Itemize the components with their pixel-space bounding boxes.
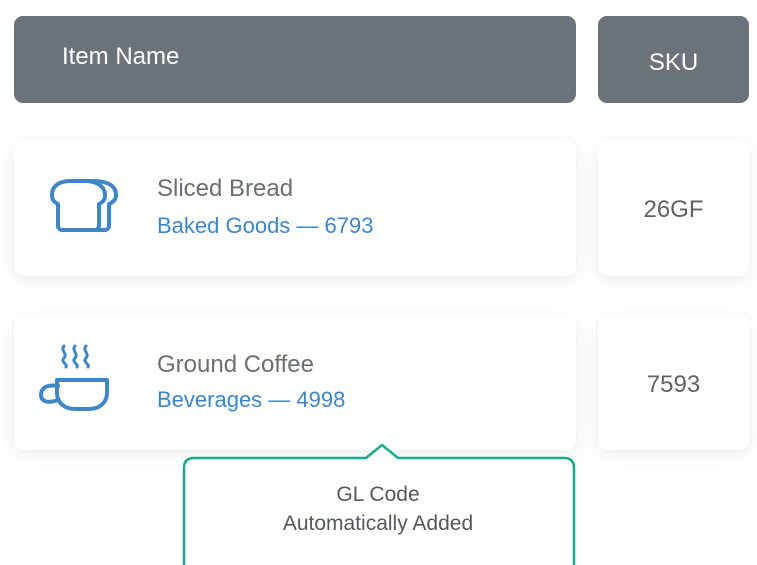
callout-title: GL Code (336, 483, 420, 506)
coffee-cup-icon (38, 343, 111, 418)
column-header-sku[interactable]: SKU (598, 16, 749, 103)
item-table: Item Name SKU Sliced Bread Baked Goods —… (0, 0, 757, 565)
column-header-item-name[interactable]: Item Name (14, 16, 576, 103)
sku-value: 7593 (646, 371, 701, 398)
item-name: Sliced Bread (157, 175, 294, 202)
table-row-item-cell[interactable]: Sliced Bread Baked Goods — 6793 (14, 140, 576, 276)
item-gl-code: Beverages — 4998 (157, 387, 346, 412)
table-row-item-cell[interactable]: Ground Coffee Beverages — 4998 (14, 315, 576, 450)
item-name: Ground Coffee (157, 351, 314, 378)
table-row-sku-cell[interactable]: 7593 (598, 315, 749, 450)
column-header-item-name-label: Item Name (62, 42, 180, 70)
bread-icon (49, 174, 121, 241)
item-gl-code: Baked Goods — 6793 (157, 213, 374, 238)
column-header-sku-label: SKU (648, 48, 699, 76)
sku-value: 26GF (643, 196, 704, 223)
callout-subtitle: Automatically Added (282, 512, 474, 535)
table-row-sku-cell[interactable]: 26GF (598, 140, 749, 276)
